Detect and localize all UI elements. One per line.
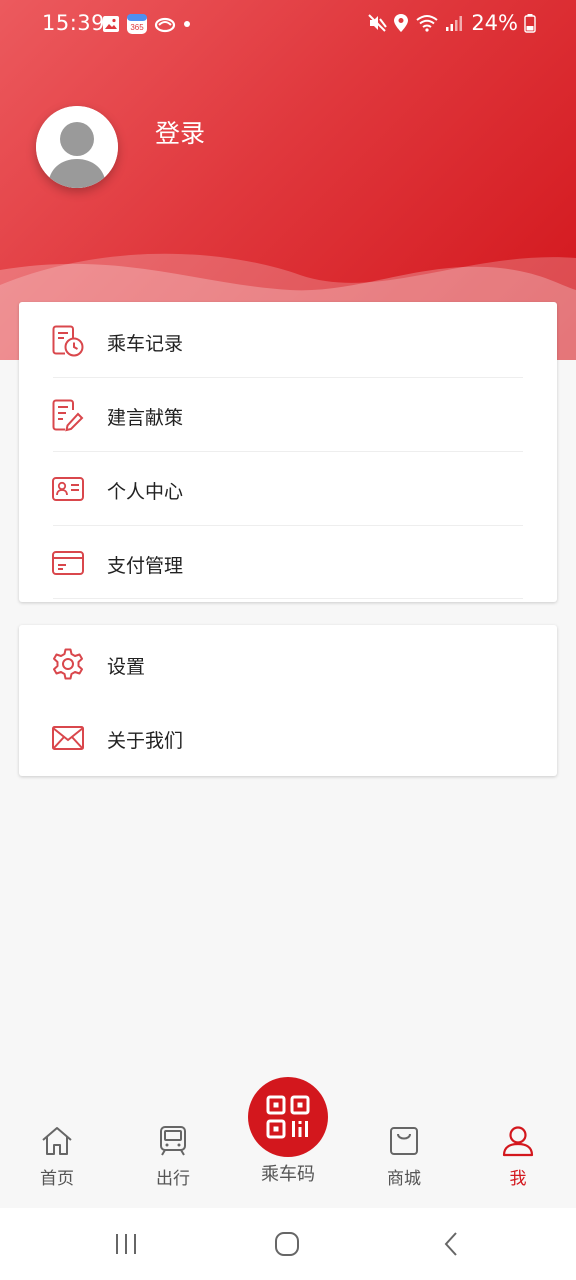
train-icon [160,1126,186,1156]
menu-item-settings[interactable]: 设置 [19,627,557,701]
tab-home-label: 首页 [40,1169,74,1189]
tab-mall[interactable]: 商城 [364,1124,444,1189]
battery-percent: 24% [471,11,518,35]
menu-card-account: 乘车记录 建言献策 个人中心 支付管理 [19,302,557,602]
menu-label-ride-history: 乘车记录 [107,333,184,355]
tab-travel[interactable]: 出行 [133,1124,213,1189]
wifi-icon [416,15,438,32]
calendar-app-icon: 365 [127,14,147,34]
avatar[interactable] [36,106,118,188]
tab-me-label: 我 [509,1169,527,1189]
home-icon [42,1127,72,1155]
default-avatar-icon [36,106,118,188]
payment-card-icon [52,551,84,575]
status-time: 15:39 [42,11,106,35]
menu-label-suggestions: 建言献策 [107,407,184,429]
divider [53,598,523,599]
status-bar: 15:39 365 24% [0,0,576,48]
mute-icon [368,14,388,32]
menu-label-personal-center: 个人中心 [107,481,184,503]
svg-text:365: 365 [130,23,144,32]
menu-label-settings: 设置 [107,656,146,678]
signal-icon [446,16,463,31]
system-nav-bar [0,1208,576,1280]
gallery-icon [103,16,119,32]
tab-travel-label: 出行 [156,1169,190,1189]
tab-home[interactable]: 首页 [17,1124,97,1189]
cloud-app-icon [154,17,176,33]
menu-item-about-us[interactable]: 关于我们 [19,701,557,775]
id-card-icon [52,477,84,501]
recent-apps-icon[interactable] [112,1230,140,1258]
home-button-icon[interactable] [273,1230,301,1258]
qr-code-icon [266,1095,310,1139]
ride-history-icon [52,325,84,357]
menu-card-app: 设置 关于我们 [19,625,557,776]
battery-icon [524,14,536,33]
back-icon[interactable] [438,1230,466,1258]
shopping-bag-icon [390,1127,418,1155]
location-icon [394,14,409,32]
menu-item-suggestions[interactable]: 建言献策 [19,378,557,452]
menu-label-about-us: 关于我们 [107,730,184,752]
login-link[interactable]: 登录 [155,114,205,150]
tab-mall-label: 商城 [387,1169,421,1189]
gear-icon [53,648,83,680]
mail-icon [52,726,84,750]
ride-code-button[interactable] [248,1077,328,1157]
ride-code-label: 乘车码 [261,1164,315,1185]
menu-item-personal-center[interactable]: 个人中心 [19,452,557,526]
menu-item-ride-history[interactable]: 乘车记录 [19,304,557,378]
menu-item-payment[interactable]: 支付管理 [19,526,557,600]
menu-label-payment: 支付管理 [107,555,184,577]
tab-me[interactable]: 我 [478,1124,558,1189]
dot-icon [184,21,190,27]
user-icon [502,1126,534,1157]
suggestion-icon [52,399,84,432]
